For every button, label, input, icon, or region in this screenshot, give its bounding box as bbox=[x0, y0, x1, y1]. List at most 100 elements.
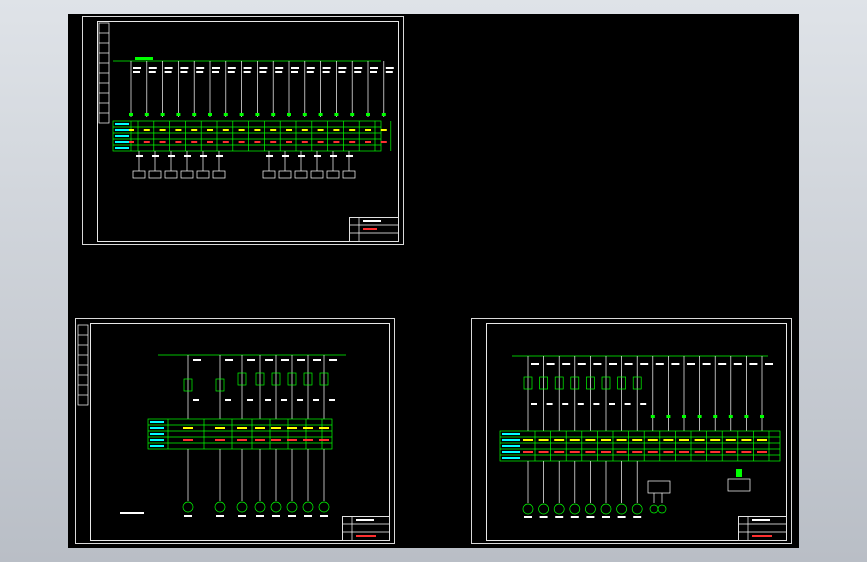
motor-label-mark bbox=[617, 516, 626, 518]
drawing-canvas[interactable] bbox=[68, 14, 799, 548]
table-cell-mark bbox=[601, 439, 611, 441]
table-cell-mark bbox=[663, 451, 674, 453]
table-cell-mark bbox=[616, 439, 627, 441]
table-cell-mark bbox=[270, 129, 277, 131]
load-box bbox=[196, 170, 210, 179]
note-mark bbox=[120, 512, 144, 514]
feeder-label-mark bbox=[247, 359, 255, 361]
table-cell-mark bbox=[554, 439, 565, 441]
table-header-mark bbox=[150, 439, 164, 441]
motor-label-mark bbox=[184, 515, 192, 517]
feeder-label-mark bbox=[196, 67, 205, 69]
table-cell-mark bbox=[301, 141, 308, 143]
motor-symbol bbox=[649, 504, 659, 514]
motor-symbol bbox=[569, 503, 581, 515]
motor-symbol bbox=[600, 503, 612, 515]
table-cell-mark bbox=[333, 129, 340, 131]
motor-label-mark bbox=[633, 516, 642, 518]
feeder-label-mark bbox=[259, 71, 267, 73]
load-box bbox=[132, 170, 146, 179]
table-cell-mark bbox=[143, 129, 150, 131]
feeder-label-mark bbox=[193, 399, 199, 401]
feeder-label-mark bbox=[297, 399, 303, 401]
breaker-symbol bbox=[381, 113, 386, 116]
breaker-symbol bbox=[697, 415, 702, 418]
table-cell-mark bbox=[349, 141, 356, 143]
feeder-label-mark bbox=[148, 71, 156, 73]
table-header-mark bbox=[502, 457, 520, 459]
bus-label-mark bbox=[135, 57, 153, 60]
motor-label-mark bbox=[539, 516, 548, 518]
feeder-label-mark bbox=[291, 71, 298, 73]
table-cell-mark bbox=[254, 141, 261, 143]
load-box bbox=[212, 170, 226, 179]
motor-symbol bbox=[318, 501, 330, 513]
table-header-mark bbox=[150, 427, 164, 429]
sheet-2-title-block bbox=[342, 516, 390, 541]
table-cell-mark bbox=[255, 427, 265, 429]
feeder-label-mark bbox=[148, 67, 157, 69]
feeder-label-mark bbox=[227, 71, 235, 73]
table-cell-mark bbox=[207, 141, 213, 143]
motor-symbol bbox=[254, 501, 266, 513]
feeder-label-mark bbox=[577, 363, 586, 365]
feeder-label-mark bbox=[164, 67, 173, 69]
feeder-label-mark bbox=[329, 359, 337, 361]
table-cell-mark bbox=[349, 129, 356, 131]
feeder-label-mark bbox=[291, 67, 299, 69]
motor-label-mark bbox=[524, 516, 532, 518]
table-cell-mark bbox=[191, 129, 198, 131]
feeder-label-mark bbox=[718, 363, 727, 365]
sheet-1-diagram bbox=[98, 22, 399, 242]
motor-label-mark bbox=[288, 515, 296, 517]
table-cell-mark bbox=[319, 427, 329, 429]
feeder-label-mark bbox=[265, 399, 271, 401]
cable-label-mark bbox=[152, 155, 159, 157]
breaker-symbol bbox=[666, 415, 671, 418]
parameter-table bbox=[147, 418, 333, 450]
feeder-label-mark bbox=[640, 403, 647, 405]
table-cell-mark bbox=[271, 427, 281, 429]
drawing-sheet-1[interactable] bbox=[82, 16, 404, 245]
motor-symbol bbox=[538, 503, 549, 515]
motor-symbol bbox=[631, 503, 643, 515]
breaker-symbol bbox=[192, 113, 197, 116]
breaker-symbol bbox=[287, 113, 291, 116]
table-cell-mark bbox=[523, 439, 533, 441]
drawing-sheet-3[interactable] bbox=[471, 318, 792, 544]
table-cell-mark bbox=[632, 451, 643, 453]
motor-symbol bbox=[616, 503, 627, 515]
table-header-mark bbox=[150, 433, 164, 435]
table-cell-mark bbox=[183, 427, 193, 429]
feeder-label-mark bbox=[655, 363, 664, 365]
table-header-mark bbox=[502, 439, 520, 441]
sheet-2-diagram bbox=[77, 324, 390, 541]
table-cell-mark bbox=[286, 141, 292, 143]
sheet-3-title-block bbox=[738, 516, 787, 541]
table-cell-mark bbox=[286, 129, 292, 131]
feeder-label-mark bbox=[562, 403, 569, 405]
cable-label-mark bbox=[282, 155, 289, 157]
feeder-label-mark bbox=[593, 403, 600, 405]
drawing-sheet-2[interactable] bbox=[75, 318, 395, 544]
control-box bbox=[647, 480, 671, 494]
table-cell-mark bbox=[380, 129, 387, 131]
feeder-label-mark bbox=[247, 399, 253, 401]
feeder-label-mark bbox=[133, 67, 141, 69]
breaker-symbol bbox=[682, 415, 686, 418]
table-cell-mark bbox=[191, 141, 198, 143]
table-header-mark bbox=[115, 147, 129, 149]
table-cell-mark bbox=[175, 129, 182, 131]
table-cell-mark bbox=[616, 451, 627, 453]
feeder-label-mark bbox=[338, 71, 346, 73]
feeder-label-mark bbox=[180, 71, 188, 73]
motor-symbol bbox=[585, 503, 596, 515]
feeder-label-mark bbox=[385, 71, 393, 73]
motor-label-mark bbox=[238, 515, 246, 517]
feeder-label-mark bbox=[275, 71, 283, 73]
breaker-symbol bbox=[271, 113, 276, 116]
breaker-symbol bbox=[208, 113, 212, 116]
motor-label-mark bbox=[570, 516, 579, 518]
breaker-symbol bbox=[318, 113, 323, 116]
table-cell-mark bbox=[303, 439, 313, 441]
